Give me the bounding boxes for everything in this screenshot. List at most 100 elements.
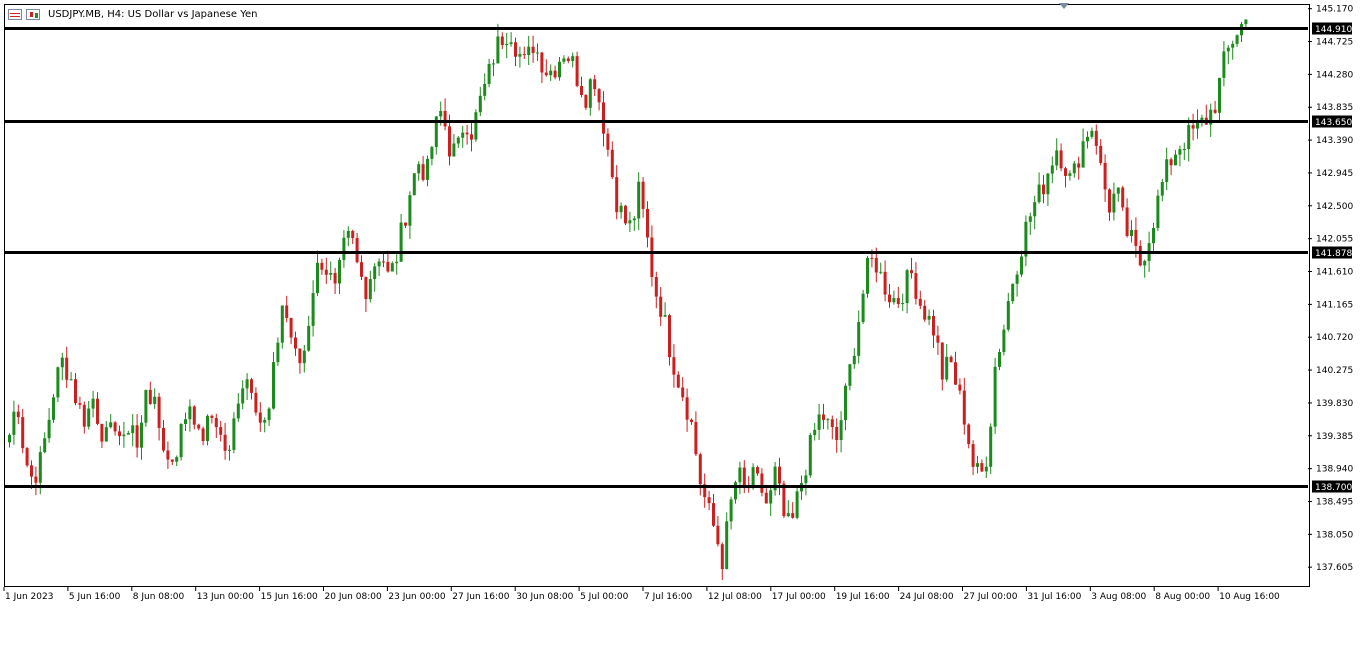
candle: [390, 261, 394, 272]
candle-body: [91, 398, 95, 409]
candle: [694, 411, 698, 457]
candle-body: [690, 419, 693, 423]
candle: [518, 46, 522, 68]
time-axis[interactable]: 1 Jun 2023 5 Jun 16:00 8 Jun 08:00 13 Jun 0…: [3, 587, 1280, 602]
candle-body: [663, 315, 667, 317]
candle-body: [364, 276, 368, 300]
candle: [514, 37, 517, 67]
candle: [96, 392, 99, 426]
candle-body: [742, 467, 746, 487]
candle-body: [1178, 149, 1182, 155]
candle: [179, 423, 183, 461]
candle: [1094, 124, 1098, 155]
candle-body: [751, 467, 755, 489]
x-tick-label: 13 Jun 00:00: [197, 592, 254, 602]
x-tick-label: 5 Jun 16:00: [69, 592, 121, 602]
candle: [844, 383, 847, 431]
candle-body: [1213, 109, 1217, 113]
x-tick-label: 10 Aug 16:00: [1219, 592, 1280, 602]
candle-body: [470, 134, 473, 140]
candle: [241, 380, 245, 410]
candle: [47, 408, 51, 443]
y-tick-label: 140.275: [1316, 366, 1353, 376]
candle-body: [302, 350, 306, 364]
candle: [817, 403, 821, 440]
candle-body: [659, 296, 663, 317]
candle: [905, 268, 909, 314]
candle: [690, 418, 693, 425]
candle-body: [668, 315, 671, 358]
candle-body: [531, 46, 535, 53]
candle: [1033, 195, 1037, 230]
candle: [104, 421, 108, 442]
candle: [346, 226, 350, 247]
candle: [1130, 220, 1133, 243]
candle: [360, 255, 363, 280]
candle-body: [610, 149, 614, 178]
candle: [1116, 187, 1120, 202]
candle-body: [852, 355, 856, 365]
candle: [588, 77, 592, 116]
candle: [522, 46, 526, 59]
candle: [1156, 189, 1160, 232]
candle-body: [320, 262, 324, 270]
candle-body: [844, 385, 847, 421]
candle: [685, 388, 689, 432]
candle-body: [509, 42, 513, 44]
x-tick-label: 7 Jul 16:00: [644, 592, 693, 602]
candle: [474, 109, 478, 142]
candle-body: [1064, 168, 1067, 176]
candle: [412, 173, 416, 196]
candle-body: [34, 476, 38, 483]
x-tick-label: 24 Jul 08:00: [900, 592, 954, 602]
candle: [945, 343, 949, 382]
candle: [140, 415, 143, 460]
candle: [219, 420, 223, 442]
candle-body: [861, 293, 865, 322]
candle-body: [1099, 145, 1103, 163]
candle: [927, 309, 931, 326]
candle-body: [338, 259, 341, 284]
candle-body: [412, 173, 416, 196]
candle: [56, 366, 60, 403]
candle-body: [1235, 35, 1239, 44]
candle-body: [8, 434, 11, 443]
table-icon[interactable]: [8, 8, 22, 20]
chart-shift-marker-icon[interactable]: [1059, 3, 1069, 9]
candlestick-chart[interactable]: 144.910 143.650 141.878 138.700 145.170 144.…: [0, 0, 1365, 672]
candle: [113, 421, 117, 436]
candle: [888, 283, 891, 308]
candle: [60, 353, 64, 381]
candle: [1169, 157, 1173, 176]
candle-body: [175, 457, 179, 462]
candle-body: [487, 64, 491, 84]
candle-body: [822, 414, 825, 420]
candle-body: [1037, 184, 1041, 203]
candle-body: [632, 218, 636, 221]
x-tick-label: 5 Jul 00:00: [580, 592, 629, 602]
candle: [769, 487, 773, 517]
y-tick-label: 142.945: [1316, 169, 1353, 179]
candle-body: [236, 403, 240, 419]
candle-body: [676, 374, 680, 388]
candle-body: [78, 403, 82, 405]
candle: [289, 317, 293, 345]
candle: [316, 250, 319, 297]
candle-body: [87, 408, 91, 427]
candle-body: [1187, 125, 1191, 150]
candle-body: [681, 387, 685, 398]
candle: [122, 421, 126, 448]
candle: [544, 59, 548, 77]
y-tick-label: 144.280: [1316, 70, 1353, 80]
candle: [395, 251, 399, 275]
x-tick-label: 3 Aug 08:00: [1091, 592, 1146, 602]
candle: [1182, 142, 1186, 161]
candle: [91, 390, 95, 418]
candle-body: [170, 459, 174, 462]
candle: [1099, 138, 1103, 166]
candles-icon[interactable]: [26, 8, 40, 20]
candle: [351, 229, 355, 244]
candle-body: [1094, 130, 1098, 146]
candle-body: [540, 52, 544, 73]
candle: [1178, 145, 1182, 167]
